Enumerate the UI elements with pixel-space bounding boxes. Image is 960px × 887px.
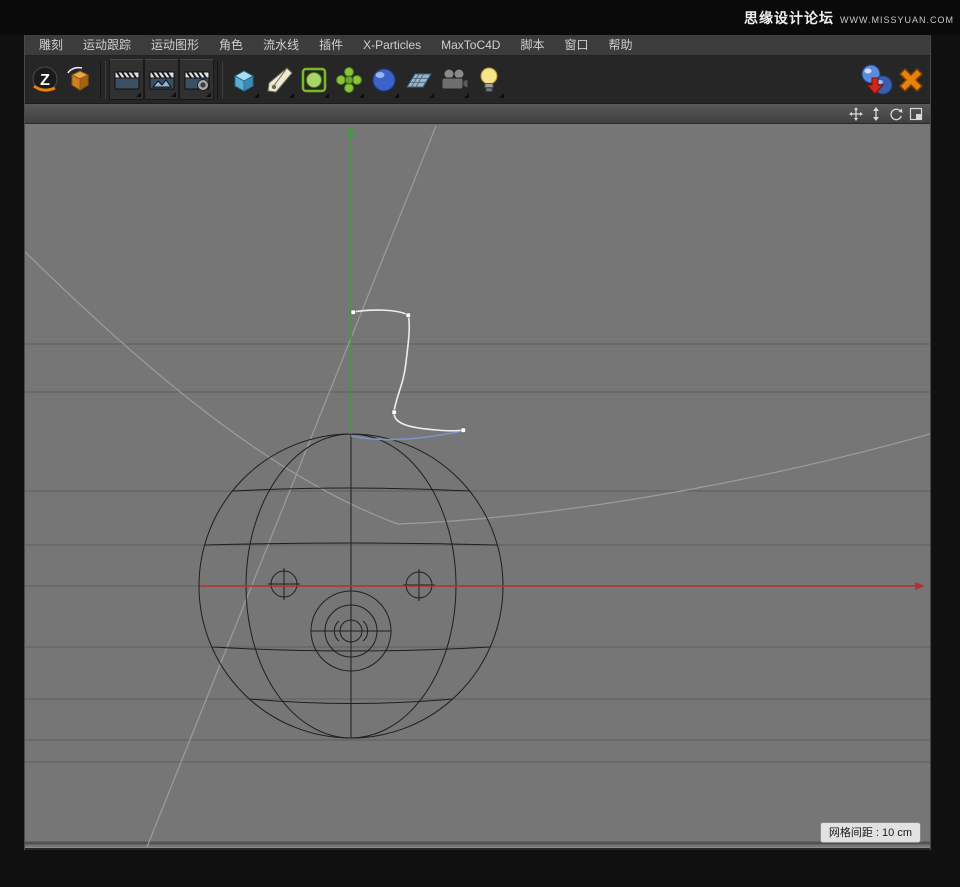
spline-object[interactable] xyxy=(351,310,466,440)
watermark: 思缘设计论坛 WWW.MISSYUAN.COM xyxy=(744,8,954,28)
spline-pen-button[interactable] xyxy=(261,59,296,100)
toggle-view-icon xyxy=(909,107,923,121)
subdivision-surface-icon xyxy=(299,65,329,95)
floor-button[interactable] xyxy=(401,59,436,100)
render-view-icon xyxy=(112,65,142,95)
camera-button[interactable] xyxy=(436,59,471,100)
background-spline xyxy=(25,126,930,847)
axes xyxy=(201,126,925,590)
subdivision-surface-button[interactable] xyxy=(296,59,331,100)
floor-icon xyxy=(404,65,434,95)
toolbar-separator xyxy=(217,61,223,99)
pan-icon xyxy=(849,107,863,121)
menu-bar: 雕刻 运动跟踪 运动图形 角色 流水线 插件 X-Particles MaxTo… xyxy=(25,35,930,56)
render-view-button[interactable] xyxy=(109,59,144,100)
main-toolbar: Z xyxy=(25,56,930,103)
goz-icon: Z xyxy=(30,65,60,95)
menu-help[interactable]: 帮助 xyxy=(599,35,643,55)
light-button[interactable] xyxy=(471,59,506,100)
deformer-sphere-icon xyxy=(369,65,399,95)
close-x-icon xyxy=(894,63,928,97)
spline-pen-icon xyxy=(264,65,294,95)
menu-mograph[interactable]: 运动图形 xyxy=(141,35,209,55)
viewport-toggle-button[interactable] xyxy=(908,106,924,122)
menu-pipeline[interactable]: 流水线 xyxy=(253,35,309,55)
menu-sculpt[interactable]: 雕刻 xyxy=(29,35,73,55)
render-settings-icon xyxy=(182,65,212,95)
grid-spacing-label: 网格间距 : 10 cm xyxy=(820,822,921,843)
dolly-icon xyxy=(869,107,883,121)
viewport-rotate-button[interactable] xyxy=(888,106,904,122)
render-picture-viewer-button[interactable] xyxy=(144,59,179,100)
titlebar: 思缘设计论坛 WWW.MISSYUAN.COM xyxy=(0,0,960,35)
grid-lines xyxy=(25,344,930,843)
material-spheres-icon xyxy=(859,63,893,97)
array-icon xyxy=(334,65,364,95)
array-button[interactable] xyxy=(331,59,366,100)
viewport[interactable]: 网格间距 : 10 cm xyxy=(25,124,930,848)
deformer-button[interactable] xyxy=(366,59,401,100)
menu-window[interactable]: 窗口 xyxy=(554,35,598,55)
camera-icon xyxy=(439,65,469,95)
exchange-cube-icon xyxy=(65,65,95,95)
material-manager-button[interactable] xyxy=(858,59,893,100)
viewport-dolly-button[interactable] xyxy=(868,106,884,122)
viewport-pan-button[interactable] xyxy=(848,106,864,122)
svg-text:Z: Z xyxy=(40,72,50,89)
light-icon xyxy=(474,65,504,95)
viewport-canvas[interactable] xyxy=(25,124,930,847)
menu-script[interactable]: 脚本 xyxy=(510,35,554,55)
render-picture-viewer-icon xyxy=(147,65,177,95)
primitive-cube-icon xyxy=(229,65,259,95)
spline-points[interactable] xyxy=(351,310,466,433)
menu-plugins[interactable]: 插件 xyxy=(309,35,353,55)
menu-maxtoc4d[interactable]: MaxToC4D xyxy=(431,35,510,55)
close-layout-button[interactable] xyxy=(893,59,928,100)
watermark-site-name: 思缘设计论坛 xyxy=(744,10,834,26)
app-window: 雕刻 运动跟踪 运动图形 角色 流水线 插件 X-Particles MaxTo… xyxy=(24,35,931,850)
menu-motion-tracker[interactable]: 运动跟踪 xyxy=(73,35,141,55)
goz-button[interactable]: Z xyxy=(27,59,62,100)
render-settings-button[interactable] xyxy=(179,59,214,100)
menu-character[interactable]: 角色 xyxy=(209,35,253,55)
watermark-site-url: WWW.MISSYUAN.COM xyxy=(840,15,954,25)
add-primitive-button[interactable] xyxy=(226,59,261,100)
viewport-header xyxy=(25,103,930,124)
rotate-icon xyxy=(889,107,903,121)
menu-x-particles[interactable]: X-Particles xyxy=(353,35,431,55)
toolbar-separator xyxy=(100,61,106,99)
exchange-cube-button[interactable] xyxy=(62,59,97,100)
